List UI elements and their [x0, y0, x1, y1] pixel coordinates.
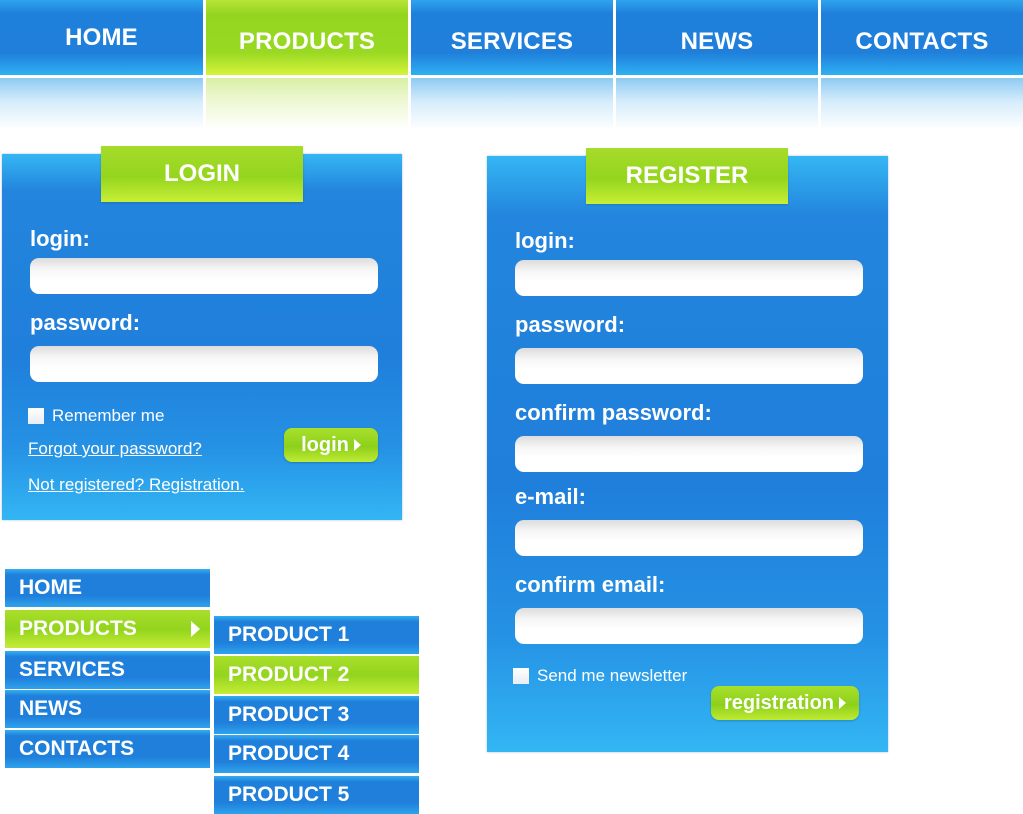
top-nav-services[interactable]: SERVICES [411, 0, 613, 75]
login-panel-title: LOGIN [101, 146, 303, 202]
register-password-input[interactable] [515, 348, 863, 384]
nav-reflection [616, 78, 818, 130]
checkbox-box[interactable] [513, 668, 529, 684]
submenu-product-4[interactable]: PRODUCT 4 [214, 735, 419, 773]
submenu-product-5[interactable]: PRODUCT 5 [214, 776, 419, 814]
side-menu-services-label: SERVICES [19, 658, 125, 681]
login-field-label: login: [30, 226, 90, 251]
register-panel-title: REGISTER [586, 148, 788, 204]
submenu-product-4-label: PRODUCT 4 [228, 742, 350, 765]
confirm-password-input[interactable] [515, 436, 863, 472]
confirm-email-label: confirm email: [515, 572, 666, 597]
registration-submit-button[interactable]: registration [711, 686, 859, 720]
password-field-label: password: [30, 310, 141, 335]
top-navigation: HOME PRODUCTS SERVICES NEWS CONTACTS [0, 0, 1023, 75]
email-input[interactable] [515, 520, 863, 556]
side-menu-services[interactable]: SERVICES [5, 651, 210, 689]
remember-me-checkbox[interactable]: Remember me [28, 406, 164, 426]
submenu-product-3-label: PRODUCT 3 [228, 703, 350, 726]
nav-reflection [206, 78, 408, 130]
top-nav-contacts[interactable]: CONTACTS [821, 0, 1023, 75]
side-menu-news[interactable]: NEWS [5, 690, 210, 728]
registration-link[interactable]: Not registered? Registration. [28, 475, 244, 495]
play-triangle-icon [839, 697, 847, 709]
top-nav-products[interactable]: PRODUCTS [206, 0, 408, 75]
submenu-product-1[interactable]: PRODUCT 1 [214, 616, 419, 654]
confirm-password-label: confirm password: [515, 400, 712, 425]
register-panel: REGISTER login: password: confirm passwo… [487, 148, 888, 752]
submenu-product-5-label: PRODUCT 5 [228, 783, 350, 806]
side-menu-products[interactable]: PRODUCTS [5, 610, 210, 648]
top-nav-products-label: PRODUCTS [238, 27, 376, 55]
checkbox-box[interactable] [28, 408, 44, 424]
side-menu-contacts-label: CONTACTS [19, 737, 135, 760]
top-nav-contacts-label: CONTACTS [855, 27, 989, 55]
submenu-product-2-label: PRODUCT 2 [228, 663, 350, 686]
play-triangle-icon [353, 439, 361, 451]
login-title-text: LOGIN [164, 160, 240, 187]
login-submit-button[interactable]: login [284, 428, 378, 462]
top-nav-news[interactable]: NEWS [616, 0, 818, 75]
register-login-input[interactable] [515, 260, 863, 296]
forgot-password-link[interactable]: Forgot your password? [28, 439, 202, 459]
login-input[interactable] [30, 258, 378, 294]
register-password-label: password: [515, 312, 626, 337]
registration-submit-label: registration [723, 691, 835, 714]
side-menu-home[interactable]: HOME [5, 569, 210, 607]
side-menu-home-label: HOME [19, 576, 82, 599]
login-panel: LOGIN login: password: Remember me Forgo… [2, 146, 402, 520]
side-menu-products-label: PRODUCTS [19, 617, 137, 640]
newsletter-label: Send me newsletter [537, 666, 688, 685]
side-menu-news-label: NEWS [19, 697, 82, 720]
email-label: e-mail: [515, 484, 586, 509]
nav-reflection [411, 78, 613, 130]
submenu-product-2[interactable]: PRODUCT 2 [214, 656, 419, 694]
password-input[interactable] [30, 346, 378, 382]
top-nav-home[interactable]: HOME [0, 0, 203, 75]
top-nav-services-label: SERVICES [450, 27, 574, 55]
newsletter-checkbox[interactable]: Send me newsletter [513, 666, 687, 686]
register-title-text: REGISTER [625, 162, 749, 189]
submenu-product-3[interactable]: PRODUCT 3 [214, 696, 419, 734]
nav-reflection [821, 78, 1023, 130]
submenu-product-1-label: PRODUCT 1 [228, 623, 350, 646]
register-login-label: login: [515, 228, 575, 253]
nav-reflection [0, 78, 203, 130]
remember-me-label: Remember me [52, 406, 165, 425]
login-submit-label: login [301, 433, 349, 456]
top-nav-news-label: NEWS [680, 27, 754, 55]
chevron-right-icon [191, 621, 200, 637]
top-nav-home-label: HOME [65, 23, 138, 51]
side-menu-contacts[interactable]: CONTACTS [5, 730, 210, 768]
confirm-email-input[interactable] [515, 608, 863, 644]
